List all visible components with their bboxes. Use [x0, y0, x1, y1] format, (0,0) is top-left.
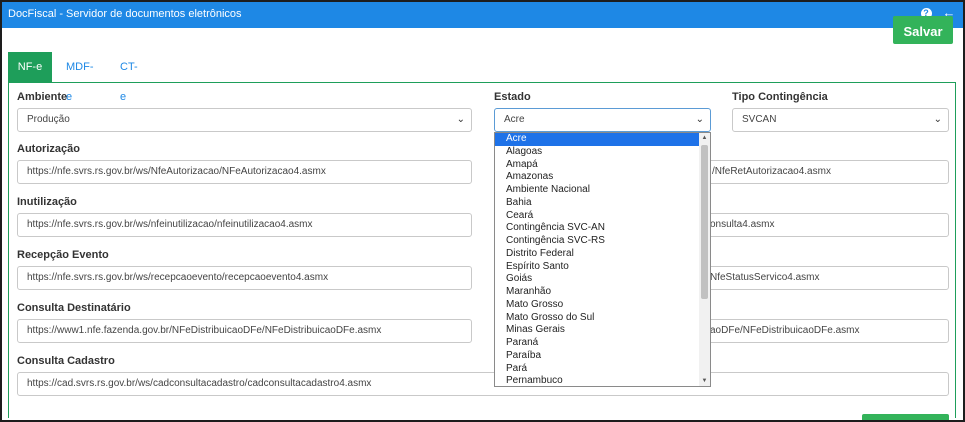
scroll-down-icon[interactable]: ▼ [699, 376, 710, 386]
estado-select[interactable]: Acre ⌄ [494, 108, 711, 132]
ret-autorizacao-input[interactable]: /NfeRetAutorizacao4.asmx [702, 160, 949, 184]
estado-option[interactable]: Alagoas [495, 146, 699, 159]
estado-option[interactable]: Ceará [495, 210, 699, 223]
save-button[interactable]: Salvar [893, 16, 953, 44]
nfe-config-panel [8, 82, 956, 418]
autorizacao-label: Autorização [17, 143, 80, 155]
consulta-protocolo-input[interactable]: onsulta4.asmx [702, 213, 949, 237]
estado-label: Estado [494, 91, 531, 103]
autorizacao-input[interactable]: https://nfe.svrs.rs.gov.br/ws/NfeAutoriz… [17, 160, 472, 184]
consulta-destinatario-input[interactable]: https://www1.nfe.fazenda.gov.br/NFeDistr… [17, 319, 472, 343]
estado-option[interactable]: Mato Grosso do Sul [495, 312, 699, 325]
estado-options: Acre Alagoas Amapá Amazonas Ambiente Nac… [495, 133, 699, 386]
bottom-action-button[interactable] [862, 414, 949, 420]
estado-option[interactable]: Amapá [495, 159, 699, 172]
ambiente-select[interactable]: Produção ⌄ [17, 108, 472, 132]
estado-option[interactable]: Goiás [495, 273, 699, 286]
tab-mdfe[interactable]: MDF-e [58, 52, 102, 103]
consulta-destinatario-label: Consulta Destinatário [17, 302, 131, 314]
estado-option[interactable]: Pará [495, 363, 699, 376]
inutilizacao-label: Inutilização [17, 196, 77, 208]
tipo-contingencia-label: Tipo Contingência [732, 91, 828, 103]
tab-cte[interactable]: CT-e [112, 52, 146, 103]
app-window: DocFiscal - Servidor de documentos eletr… [0, 0, 965, 422]
estado-option[interactable]: Pernambuco [495, 375, 699, 386]
estado-value: Acre [504, 114, 525, 125]
scroll-up-icon[interactable]: ▲ [699, 133, 710, 143]
estado-dropdown-list[interactable]: Acre Alagoas Amapá Amazonas Ambiente Nac… [494, 132, 711, 387]
distribuicao-dfe-input[interactable]: aoDFe/NFeDistribuicaoDFe.asmx [702, 319, 949, 343]
tipo-contingencia-select[interactable]: SVCAN ⌄ [732, 108, 949, 132]
estado-option[interactable]: Amazonas [495, 171, 699, 184]
estado-option[interactable]: Minas Gerais [495, 324, 699, 337]
scrollbar-thumb[interactable] [701, 145, 708, 299]
chevron-down-icon: ⌄ [933, 114, 942, 125]
title-bar: DocFiscal - Servidor de documentos eletr… [2, 2, 963, 28]
estado-option[interactable]: Paraíba [495, 350, 699, 363]
ambiente-value: Produção [27, 114, 70, 125]
estado-option[interactable]: Distrito Federal [495, 248, 699, 261]
inutilizacao-input[interactable]: https://nfe.svrs.rs.gov.br/ws/nfeinutili… [17, 213, 472, 237]
estado-option[interactable]: Maranhão [495, 286, 699, 299]
estado-option[interactable]: Acre [495, 133, 699, 146]
chevron-down-icon: ⌄ [456, 114, 465, 125]
estado-option[interactable]: Bahia [495, 197, 699, 210]
tab-nfe[interactable]: NF-e [8, 52, 52, 82]
consulta-cadastro-label: Consulta Cadastro [17, 355, 115, 367]
estado-option[interactable]: Mato Grosso [495, 299, 699, 312]
consulta-cadastro-input[interactable]: https://cad.svrs.rs.gov.br/ws/cadconsult… [17, 372, 949, 396]
dropdown-scrollbar[interactable]: ▲ ▼ [699, 133, 710, 386]
recepcao-evento-input[interactable]: https://nfe.svrs.rs.gov.br/ws/recepcaoev… [17, 266, 472, 290]
tipo-contingencia-value: SVCAN [742, 114, 777, 125]
estado-option[interactable]: Espírito Santo [495, 261, 699, 274]
status-servico-input[interactable]: NfeStatusServico4.asmx [702, 266, 949, 290]
estado-option[interactable]: Ambiente Nacional [495, 184, 699, 197]
recepcao-evento-label: Recepção Evento [17, 249, 109, 261]
estado-option[interactable]: Contingência SVC-RS [495, 235, 699, 248]
estado-option[interactable]: Paraná [495, 337, 699, 350]
window-title: DocFiscal - Servidor de documentos eletr… [8, 8, 242, 20]
chevron-down-icon: ⌄ [695, 114, 704, 125]
estado-option[interactable]: Contingência SVC-AN [495, 222, 699, 235]
ambiente-label: Ambiente [17, 91, 68, 103]
